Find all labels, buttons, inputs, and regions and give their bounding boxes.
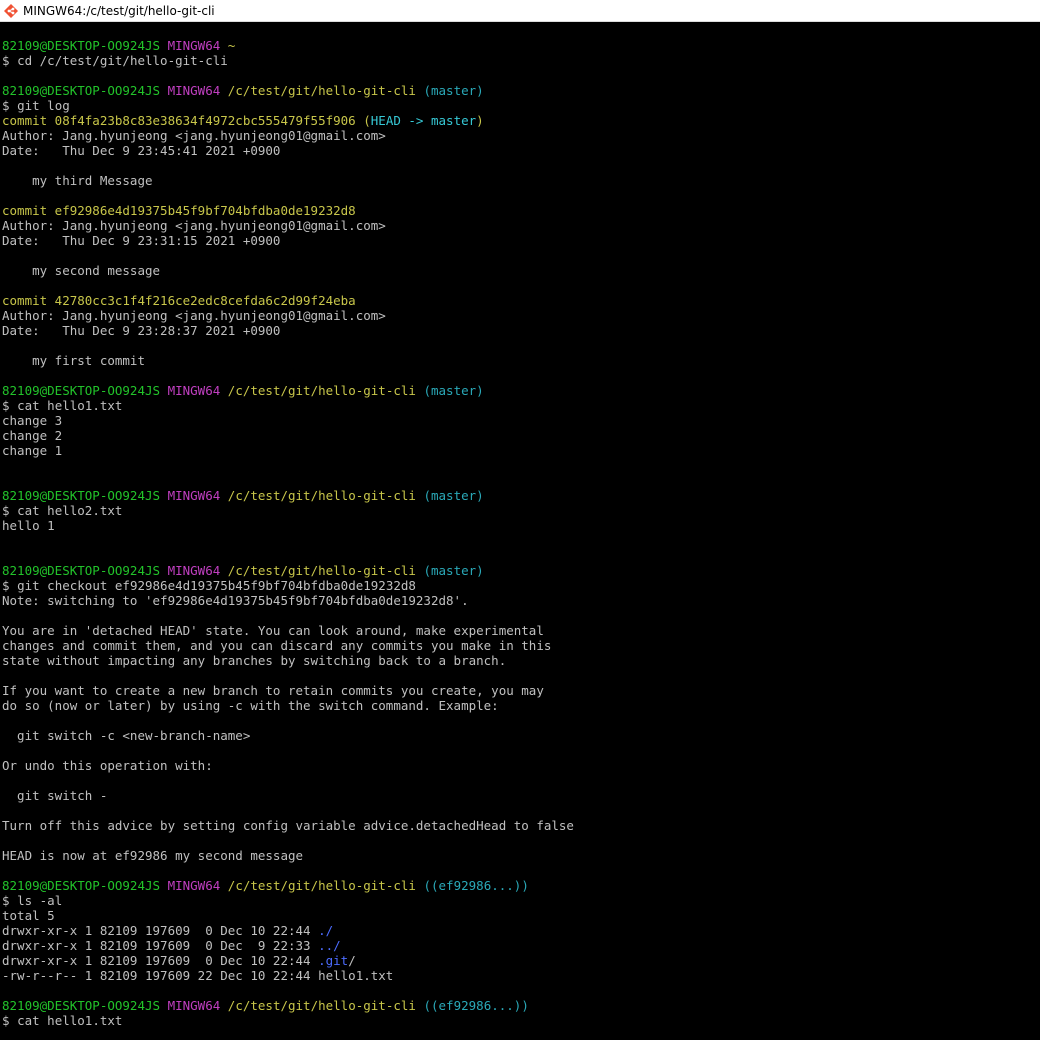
commit-hash-line: commit 42780cc3c1f4f216ce2edc8cefda6c2d9… — [2, 293, 356, 308]
output-line: change 1 — [2, 443, 63, 458]
ls-row: drwxr-xr-x 1 82109 197609 0 Dec 9 22:33 … — [2, 938, 341, 953]
output-line: If you want to create a new branch to re… — [2, 683, 544, 698]
git-bash-icon — [3, 3, 19, 19]
commit-author: Author: Jang.hyunjeong <jang.hyunjeong01… — [2, 218, 386, 233]
output-line: git switch - — [2, 788, 108, 803]
output-line: You are in 'detached HEAD' state. You ca… — [2, 623, 544, 638]
ls-row: -rw-r--r-- 1 82109 197609 22 Dec 10 22:4… — [2, 968, 394, 983]
window-title: MINGW64:/c/test/git/hello-git-cli — [23, 3, 215, 18]
prompt-line: 82109@DESKTOP-OO924JS MINGW64 /c/test/gi… — [2, 383, 484, 398]
output-line: hello 1 — [2, 518, 55, 533]
commit-author: Author: Jang.hyunjeong <jang.hyunjeong01… — [2, 308, 386, 323]
ls-row: drwxr-xr-x 1 82109 197609 0 Dec 10 22:44… — [2, 923, 334, 938]
output-line: do so (now or later) by using -c with th… — [2, 698, 499, 713]
commit-date: Date: Thu Dec 9 23:28:37 2021 +0900 — [2, 323, 281, 338]
prompt-line: 82109@DESKTOP-OO924JS MINGW64 /c/test/gi… — [2, 998, 529, 1013]
commit-author: Author: Jang.hyunjeong <jang.hyunjeong01… — [2, 128, 386, 143]
commit-date: Date: Thu Dec 9 23:45:41 2021 +0900 — [2, 143, 281, 158]
command-line: $ git log — [2, 98, 70, 113]
commit-date: Date: Thu Dec 9 23:31:15 2021 +0900 — [2, 233, 281, 248]
command-line: $ ls -al — [2, 893, 63, 908]
output-line: Or undo this operation with: — [2, 758, 213, 773]
commit-message: my second message — [2, 263, 161, 278]
output-line: state without impacting any branches by … — [2, 653, 507, 668]
output-line: git switch -c <new-branch-name> — [2, 728, 251, 743]
prompt-line: 82109@DESKTOP-OO924JS MINGW64 /c/test/gi… — [2, 83, 484, 98]
prompt-line: 82109@DESKTOP-OO924JS MINGW64 /c/test/gi… — [2, 488, 484, 503]
output-line: changes and commit them, and you can dis… — [2, 638, 552, 653]
title-bar[interactable]: MINGW64:/c/test/git/hello-git-cli — [0, 0, 1040, 22]
command-line: $ cd /c/test/git/hello-git-cli — [2, 53, 228, 68]
output-line: HEAD is now at ef92986 my second message — [2, 848, 304, 863]
commit-message: my first commit — [2, 353, 145, 368]
output-line: Note: switching to 'ef92986e4d19375b45f9… — [2, 593, 469, 608]
output-line: change 2 — [2, 428, 63, 443]
output-line: Turn off this advice by setting config v… — [2, 818, 574, 833]
prompt-line: 82109@DESKTOP-OO924JS MINGW64 /c/test/gi… — [2, 563, 484, 578]
terminal-output[interactable]: 82109@DESKTOP-OO924JS MINGW64 ~ $ cd /c/… — [0, 23, 1040, 1040]
prompt-line: 82109@DESKTOP-OO924JS MINGW64 ~ — [2, 38, 236, 53]
commit-message: my third Message — [2, 173, 153, 188]
ls-row: drwxr-xr-x 1 82109 197609 0 Dec 10 22:44… — [2, 953, 356, 968]
command-line: $ cat hello1.txt — [2, 1013, 123, 1028]
output-line: total 5 — [2, 908, 55, 923]
terminal-window: MINGW64:/c/test/git/hello-git-cli 82109@… — [0, 0, 1040, 1040]
prompt-line: 82109@DESKTOP-OO924JS MINGW64 /c/test/gi… — [2, 878, 529, 893]
command-line: $ git checkout ef92986e4d19375b45f9bf704… — [2, 578, 416, 593]
command-line: $ cat hello2.txt — [2, 503, 123, 518]
commit-hash-line: commit 08f4fa23b8c83e38634f4972cbc555479… — [2, 113, 484, 128]
output-line: change 3 — [2, 413, 63, 428]
commit-hash-line: commit ef92986e4d19375b45f9bf704bfdba0de… — [2, 203, 356, 218]
command-line: $ cat hello1.txt — [2, 398, 123, 413]
